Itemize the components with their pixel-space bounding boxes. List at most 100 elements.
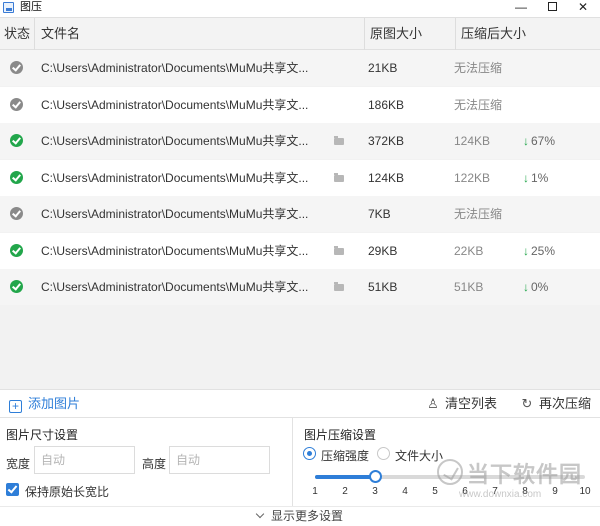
header-compressed-size[interactable]: 压缩后大小 xyxy=(461,18,526,50)
window-title: 图压 xyxy=(20,1,42,13)
table-row[interactable]: C:\Users\Administrator\Documents\MuMu共享文… xyxy=(0,123,600,159)
table-row[interactable]: C:\Users\Administrator\Documents\MuMu共享文… xyxy=(0,196,600,232)
skipped-check-icon xyxy=(10,97,23,111)
file-path: C:\Users\Administrator\Documents\MuMu共享文… xyxy=(41,61,309,75)
slider-thumb[interactable] xyxy=(369,470,382,483)
original-size: 372KB xyxy=(368,134,405,148)
action-bar: + 添加图片 ♙ 清空列表 ↻ 再次压缩 xyxy=(0,389,600,418)
watermark-logo-icon xyxy=(437,459,463,485)
compressed-size: 51KB xyxy=(454,280,484,294)
header-filename[interactable]: 文件名 xyxy=(41,18,80,50)
compressed-size: 无法压缩 xyxy=(454,207,503,221)
table-row[interactable]: C:\Users\Administrator\Documents\MuMu共享文… xyxy=(0,50,600,86)
file-table: 状态 文件名 原图大小 压缩后大小 C:\Users\Administrator… xyxy=(0,17,600,389)
table-header: 状态 文件名 原图大小 压缩后大小 xyxy=(0,17,600,50)
add-image-label: 添加图片 xyxy=(28,396,81,411)
file-path: C:\Users\Administrator\Documents\MuMu共享文… xyxy=(41,280,309,294)
header-original-size[interactable]: 原图大小 xyxy=(370,18,422,50)
slider-tick-label: 4 xyxy=(402,486,408,497)
original-size: 124KB xyxy=(368,170,405,185)
original-size: 21KB xyxy=(368,61,398,75)
folder-icon[interactable] xyxy=(334,172,344,182)
reduction-value: 1% xyxy=(531,170,549,185)
clear-list-button[interactable]: ♙ 清空列表 xyxy=(426,390,497,418)
recompress-label: 再次压缩 xyxy=(539,396,592,411)
down-arrow-icon: ↓ xyxy=(523,280,529,294)
maximize-icon xyxy=(547,2,557,11)
close-button[interactable]: ✕ xyxy=(568,0,598,14)
down-arrow-icon: ↓ xyxy=(523,170,529,185)
header-divider xyxy=(455,18,456,50)
file-path: C:\Users\Administrator\Documents\MuMu共享文… xyxy=(41,97,309,112)
reduction-ratio: ↓ 67% xyxy=(523,123,555,159)
reduction-ratio: ↓ 1% xyxy=(523,160,548,196)
filesize-radio-label[interactable]: 文件大小 xyxy=(395,447,443,464)
title-bar: 图压 — ✕ xyxy=(0,0,600,16)
original-size: 7KB xyxy=(368,207,391,221)
width-input[interactable] xyxy=(34,446,135,474)
skipped-check-icon xyxy=(10,207,23,220)
settings-divider xyxy=(292,418,293,506)
clear-list-label: 清空列表 xyxy=(445,396,498,411)
success-check-icon xyxy=(10,243,23,257)
folder-icon[interactable] xyxy=(334,282,344,291)
header-divider xyxy=(364,18,365,50)
compressed-size: 22KB xyxy=(454,243,484,258)
success-check-icon xyxy=(10,170,23,184)
size-settings-title: 图片尺寸设置 xyxy=(6,428,79,442)
success-check-icon xyxy=(10,280,23,293)
footer: 显示更多设置 xyxy=(0,506,600,526)
refresh-icon: ↻ xyxy=(521,396,533,411)
recompress-button[interactable]: ↻ 再次压缩 xyxy=(520,390,591,418)
original-size: 51KB xyxy=(368,280,398,294)
down-arrow-icon: ↓ xyxy=(523,243,529,258)
slider-tick-label: 2 xyxy=(342,486,348,497)
show-more-label: 显示更多设置 xyxy=(270,509,343,523)
broom-icon: ♙ xyxy=(427,396,439,411)
file-path: C:\Users\Administrator\Documents\MuMu共享文… xyxy=(41,134,309,148)
compress-settings-title: 图片压缩设置 xyxy=(304,428,377,442)
slider-fill xyxy=(315,475,375,479)
watermark-url: www.downxia.com xyxy=(459,489,542,500)
skipped-check-icon xyxy=(10,61,23,74)
header-status[interactable]: 状态 xyxy=(4,18,30,50)
watermark-text: 当下软件园 xyxy=(467,462,583,487)
table-row[interactable]: C:\Users\Administrator\Documents\MuMu共享文… xyxy=(0,232,600,269)
file-path: C:\Users\Administrator\Documents\MuMu共享文… xyxy=(41,170,309,185)
file-path: C:\Users\Administrator\Documents\MuMu共享文… xyxy=(41,207,309,221)
height-input[interactable] xyxy=(169,446,270,474)
folder-icon[interactable] xyxy=(334,136,344,145)
table-row[interactable]: C:\Users\Administrator\Documents\MuMu共享文… xyxy=(0,159,600,196)
add-image-button[interactable]: + 添加图片 xyxy=(9,390,80,418)
strength-radio-label[interactable]: 压缩强度 xyxy=(321,447,369,464)
keep-ratio-label[interactable]: 保持原始长宽比 xyxy=(25,483,109,500)
table-row[interactable]: C:\Users\Administrator\Documents\MuMu共享文… xyxy=(0,269,600,305)
header-divider xyxy=(34,18,35,50)
reduction-value: 25% xyxy=(531,243,556,258)
compressed-size: 124KB xyxy=(454,134,491,148)
app-icon xyxy=(3,2,14,13)
compressed-size: 无法压缩 xyxy=(454,97,503,112)
file-path: C:\Users\Administrator\Documents\MuMu共享文… xyxy=(41,243,309,258)
watermark: 当下软件园 www.downxia.com xyxy=(437,457,597,503)
height-label: 高度 xyxy=(142,457,167,471)
down-arrow-icon: ↓ xyxy=(523,134,529,148)
keep-ratio-checkbox[interactable] xyxy=(6,483,19,496)
reduction-value: 67% xyxy=(531,134,556,148)
show-more-settings-button[interactable]: 显示更多设置 xyxy=(255,507,343,526)
compressed-size: 无法压缩 xyxy=(454,61,503,75)
strength-radio[interactable] xyxy=(303,447,316,460)
reduction-ratio: ↓ 0% xyxy=(523,269,548,305)
original-size: 186KB xyxy=(368,97,405,112)
filesize-radio[interactable] xyxy=(377,447,390,460)
table-row[interactable]: C:\Users\Administrator\Documents\MuMu共享文… xyxy=(0,86,600,123)
width-label: 宽度 xyxy=(6,457,31,471)
reduction-value: 0% xyxy=(531,280,549,294)
chevron-down-icon xyxy=(255,509,265,519)
plus-icon: + xyxy=(9,400,22,413)
compressed-size: 122KB xyxy=(454,170,491,185)
maximize-button[interactable] xyxy=(537,0,567,14)
folder-icon[interactable] xyxy=(334,245,344,255)
success-check-icon xyxy=(10,134,23,147)
minimize-button[interactable]: — xyxy=(506,0,536,14)
